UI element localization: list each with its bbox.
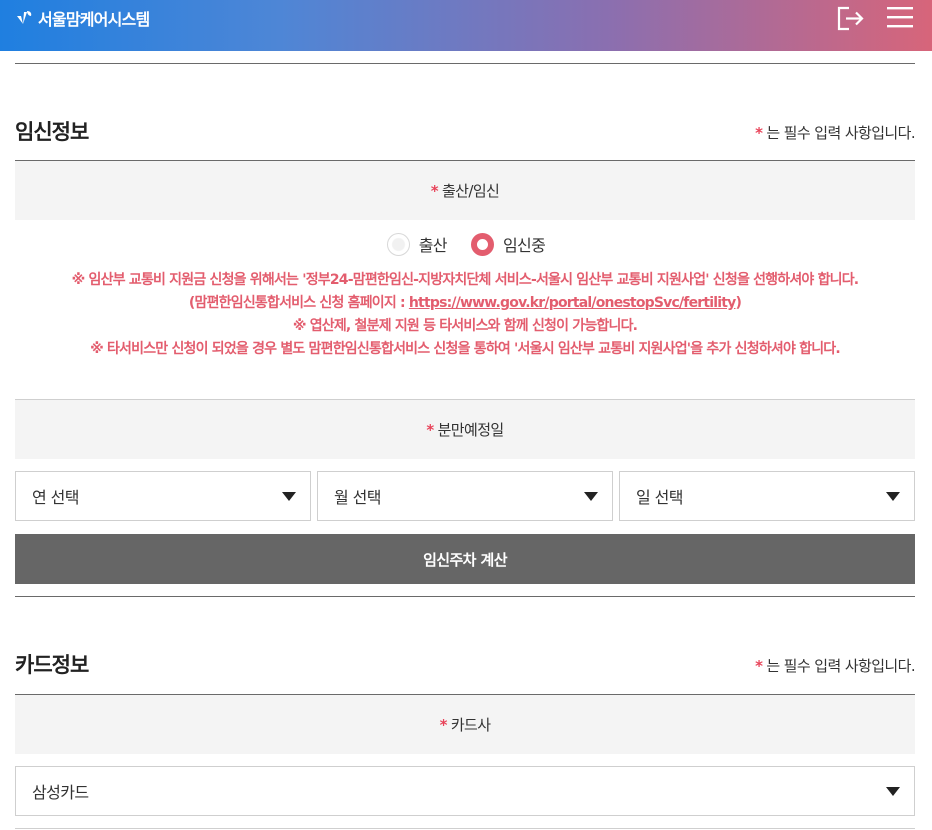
logo-text: 서울맘케어시스템 [38,10,150,29]
sprout-icon [14,8,34,28]
card-company-label-bar: * 카드사 [15,695,915,754]
card-company-select-value: 삼성카드 [32,783,89,802]
birth-status-label-bar: * 출산/임신 [15,161,915,220]
notice-text: ※ 임산부 교통비 지원금 신청을 위해서는 '정부24-맘편한임신-지방자치단… [15,269,915,361]
divider [15,63,915,64]
month-select-value: 월 선택 [334,488,381,507]
fertility-homepage-link[interactable]: https://www.gov.kr/portal/onestopSvc/fer… [409,295,736,311]
notice-line-2: (맘편한임신통합서비스 신청 홈페이지 : https://www.gov.kr… [15,292,915,315]
notice-line-3: ※ 엽산제, 철분제 지원 등 타서비스와 함께 신청이 가능합니다. [292,318,638,334]
menu-button[interactable] [884,4,918,32]
notice-line-1: ※ 임산부 교통비 지원금 신청을 위해서는 '정부24-맘편한임신-지방자치단… [71,272,859,288]
birth-status-radio-group: 출산 임신중 [0,231,932,257]
calculate-pregnancy-week-button[interactable]: 임신주차 계산 [15,534,915,584]
logo[interactable]: 서울맘케어시스템 [14,6,150,30]
month-select[interactable]: 월 선택 [317,471,613,521]
notice-line-4: ※ 타서비스만 신청이 되었을 경우 별도 맘편한임신통합서비스 신청을 통하여… [90,341,841,357]
required-note: * 는 필수 입력 사항입니다. [755,122,916,143]
required-star: * [439,715,448,734]
required-note-text: 는 필수 입력 사항입니다. [766,124,915,142]
card-section-title: 카드정보 [15,653,89,677]
radio-checked-icon[interactable] [470,232,494,256]
caret-down-icon [584,491,598,501]
radio-birth[interactable]: 출산 [386,232,448,256]
divider [15,828,915,829]
year-select-value: 연 선택 [32,488,79,507]
due-date-label-bar: * 분만예정일 [15,400,915,459]
radio-unchecked-icon[interactable] [386,232,410,256]
required-star: * [755,124,763,142]
required-star: * [430,181,439,200]
radio-pregnant-label: 임신중 [502,236,546,255]
day-select-value: 일 선택 [636,488,683,507]
notice-line-2-prefix: (맘편한임신통합서비스 신청 홈페이지 : [188,295,409,311]
required-note: * 는 필수 입력 사항입니다. [755,655,916,676]
card-company-select[interactable]: 삼성카드 [15,766,915,816]
app-header: 서울맘케어시스템 [0,0,932,51]
required-star: * [755,657,763,675]
day-select[interactable]: 일 선택 [619,471,915,521]
logout-button[interactable] [834,4,868,32]
caret-down-icon [886,491,900,501]
year-select[interactable]: 연 선택 [15,471,311,521]
hamburger-menu-icon [884,4,918,32]
radio-pregnant[interactable]: 임신중 [470,232,546,256]
birth-status-label: 출산/임신 [441,182,500,200]
caret-down-icon [282,491,296,501]
radio-birth-label: 출산 [418,236,448,255]
section-divider [15,596,915,597]
required-note-text: 는 필수 입력 사항입니다. [766,657,915,675]
logout-icon [834,4,868,32]
due-date-label: 분만예정일 [437,421,505,439]
caret-down-icon [886,786,900,796]
required-star: * [426,420,434,439]
card-company-label: 카드사 [450,716,491,734]
notice-line-2-suffix: ) [735,295,742,311]
pregnancy-section-title: 임신정보 [15,120,89,144]
